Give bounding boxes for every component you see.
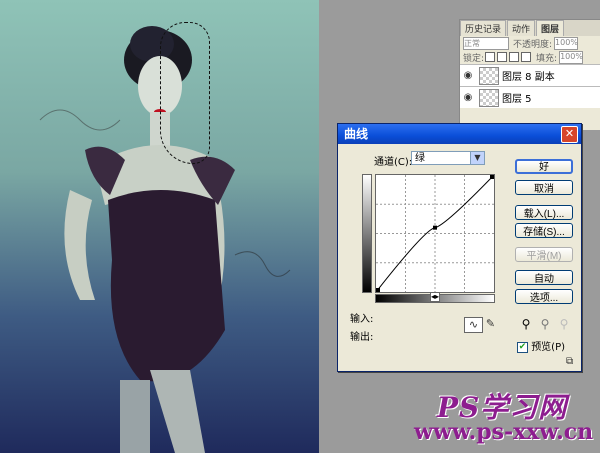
curve-plot[interactable]	[375, 174, 495, 293]
tab-history[interactable]: 历史记录	[460, 20, 507, 36]
input-label: 输入:	[350, 314, 374, 325]
lock-image-icon[interactable]	[497, 52, 508, 62]
layer-row[interactable]: ◉ 图层 8 副本	[460, 64, 600, 86]
white-eyedropper-icon[interactable]: ⚲	[557, 317, 571, 331]
output-gradient-bar	[362, 174, 372, 293]
save-button[interactable]: 存储(S)...	[515, 223, 573, 238]
blend-row: 正常 不透明度: 100%	[460, 36, 600, 50]
pencil-icon[interactable]: ✎	[482, 317, 499, 331]
marquee-selection[interactable]	[160, 22, 210, 164]
close-icon[interactable]: ✕	[561, 126, 578, 143]
cancel-button[interactable]: 取消	[515, 180, 573, 195]
curve-icon[interactable]: ∿	[464, 317, 483, 333]
blend-mode-select[interactable]: 正常	[463, 36, 509, 50]
layer-thumbnail	[479, 66, 499, 85]
curve-graph[interactable]	[375, 174, 495, 293]
lock-all-icon[interactable]	[521, 52, 532, 62]
channel-select[interactable]: 绿 ▼	[411, 151, 485, 165]
dialog-title: 曲线	[344, 127, 369, 141]
panel-tabs: 历史记录 动作 图层	[460, 20, 600, 36]
options-button[interactable]: 选项...	[515, 289, 573, 304]
lock-position-icon[interactable]	[509, 52, 520, 62]
channel-label: 通道(C):	[374, 157, 413, 168]
eye-icon[interactable]: ◉	[460, 92, 476, 103]
opacity-label: 不透明度:	[513, 39, 553, 50]
canvas-image	[0, 0, 319, 453]
curves-dialog: 曲线 ✕ 通道(C): 绿 ▼ ◂▸ 输入: 输出: ∿ ✎ 好 取消 载入(L…	[337, 123, 582, 372]
curve-control-point[interactable]	[490, 175, 494, 179]
tab-actions[interactable]: 动作	[507, 20, 536, 36]
gradient-toggle-icon[interactable]: ◂▸	[430, 292, 441, 302]
auto-button[interactable]: 自动	[515, 270, 573, 285]
curve-control-point[interactable]	[376, 288, 380, 292]
lock-row: 锁定: 填充: 100%	[460, 50, 600, 64]
fill-label: 填充:	[536, 53, 558, 64]
layer-name: 图层 5	[502, 94, 532, 105]
resize-grip-icon[interactable]: ⧉	[566, 356, 578, 368]
opacity-input[interactable]: 100%	[554, 36, 579, 50]
curve-control-point[interactable]	[433, 225, 437, 230]
dialog-titlebar[interactable]: 曲线 ✕	[338, 124, 581, 144]
layers-panel: 历史记录 动作 图层 正常 不透明度: 100% 锁定: 填充: 100% ◉ …	[459, 19, 600, 130]
preview-label: 预览(P)	[531, 342, 566, 353]
load-button[interactable]: 载入(L)...	[515, 205, 573, 220]
lock-transparent-icon[interactable]	[485, 52, 496, 62]
watermark-url: www.ps-xxw.cn	[414, 419, 594, 445]
layer-row[interactable]: ◉ 图层 5	[460, 86, 600, 108]
eye-icon[interactable]: ◉	[460, 70, 476, 81]
lock-label: 锁定:	[463, 53, 485, 64]
layer-thumbnail	[479, 88, 499, 107]
black-eyedropper-icon[interactable]: ⚲	[519, 317, 533, 331]
output-label: 输出:	[350, 332, 374, 343]
fill-input[interactable]: 100%	[559, 50, 584, 64]
checkmark-icon[interactable]: ✔	[517, 341, 528, 353]
layer-name: 图层 8 副本	[502, 72, 555, 83]
preview-checkbox[interactable]: ✔ 预览(P)	[517, 338, 565, 353]
tab-layers[interactable]: 图层	[536, 20, 565, 36]
gray-eyedropper-icon[interactable]: ⚲	[538, 317, 552, 331]
chevron-down-icon[interactable]: ▼	[470, 152, 484, 164]
ok-button[interactable]: 好	[515, 159, 573, 174]
channel-value: 绿	[415, 153, 425, 164]
smooth-button[interactable]: 平滑(M)	[515, 247, 573, 262]
